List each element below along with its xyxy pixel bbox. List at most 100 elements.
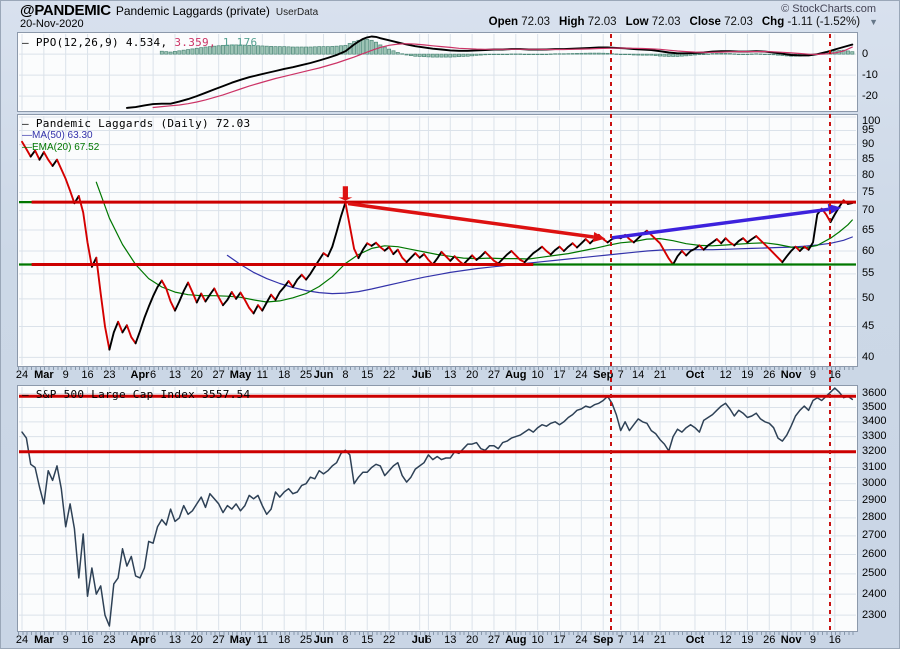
- ema20-legend-text: EMA(20) 67.52: [32, 142, 99, 153]
- price-series: [673, 251, 682, 265]
- ppo-histogram: [602, 53, 605, 54]
- ppo-histogram: [401, 54, 404, 55]
- price-series: [525, 247, 542, 263]
- ppo-histogram: [549, 54, 552, 55]
- ppo-histogram: [300, 47, 303, 54]
- ppo-histogram: [724, 53, 727, 54]
- main-yaxis-label: 50: [862, 293, 874, 304]
- ppo-histogram: [186, 50, 189, 55]
- price-series: [44, 152, 53, 166]
- ppo-legend-dash: —: [22, 36, 29, 49]
- ppo-histogram: [593, 53, 596, 54]
- ppo-histogram: [571, 54, 574, 55]
- ppo-legend-label: PPO(12,26,9) 4.534,: [36, 36, 168, 49]
- ppo-histogram: [269, 46, 272, 54]
- ppo-histogram: [392, 51, 395, 54]
- ppo-histogram: [702, 54, 705, 55]
- open-label: Open: [489, 16, 518, 28]
- ppo-histogram: [173, 51, 176, 54]
- ppo-histogram: [492, 54, 495, 55]
- sp-yaxis-label: 2500: [862, 568, 886, 579]
- ppo-histogram: [479, 54, 482, 55]
- main-yaxis-label: 85: [862, 154, 874, 165]
- ppo-histogram: [444, 54, 447, 57]
- main-yaxis-label: 55: [862, 268, 874, 279]
- ppo-histogram: [623, 54, 626, 55]
- ppo-histogram: [545, 54, 548, 55]
- ppo-histogram: [505, 54, 508, 55]
- quote-dropdown-caret-icon[interactable]: ▼: [869, 17, 878, 27]
- high-value: 72.03: [588, 16, 617, 28]
- ppo-histogram: [484, 54, 487, 55]
- ppo-histogram: [637, 54, 640, 55]
- ppo-histogram: [304, 47, 307, 54]
- ppo-histogram: [851, 52, 854, 54]
- uptrend-arrow: [612, 209, 829, 237]
- ema20-legend-dash: —: [22, 142, 32, 153]
- main-yaxis-label: 75: [862, 187, 874, 198]
- ppo-histogram: [361, 39, 364, 54]
- ppo-histogram: [287, 47, 290, 54]
- ppo-histogram: [519, 54, 522, 55]
- ppo-histogram: [693, 54, 696, 55]
- sp500-legend-dash: —: [22, 388, 29, 401]
- xaxis-label: 16: [818, 634, 852, 646]
- low-value: 72.03: [652, 16, 681, 28]
- ppo-histogram: [261, 46, 264, 54]
- price-series: [53, 160, 57, 166]
- sp500-legend-text: S&P 500 Large Cap Index 3557.54: [36, 388, 251, 401]
- ppo-histogram: [182, 50, 185, 54]
- copyright: © StockCharts.com: [781, 3, 876, 15]
- ppo-histogram: [737, 54, 740, 55]
- ppo-histogram: [296, 47, 299, 54]
- ma50-legend-text: MA(50) 63.30: [32, 130, 93, 141]
- price-series: [511, 251, 524, 262]
- ppo-histogram: [278, 47, 281, 55]
- price-series: [302, 275, 306, 280]
- ppo-histogram: [733, 54, 736, 55]
- price-series: [236, 293, 240, 299]
- sp-yaxis-label: 2600: [862, 549, 886, 560]
- ppo-histogram: [715, 53, 718, 54]
- ppo-histogram: [501, 54, 504, 55]
- price-legend-row: — Pandemic Laggards (Daily) 72.03: [22, 117, 250, 130]
- ppo-histogram: [536, 54, 539, 55]
- ppo-legend: — PPO(12,26,9) 4.534, 3.359, 1.176: [22, 36, 257, 49]
- ppo-histogram-value: 1.176: [223, 36, 258, 49]
- ppo-histogram: [510, 54, 513, 55]
- xaxis-label: 22: [372, 369, 406, 381]
- xaxis-label: Oct: [678, 369, 712, 381]
- price-series: [498, 251, 511, 264]
- ppo-histogram: [449, 54, 452, 57]
- chg-label: Chg: [762, 16, 784, 28]
- xaxis-label: 16: [818, 369, 852, 381]
- ppo-histogram: [396, 52, 399, 54]
- price-series: [241, 293, 254, 314]
- close-label: Close: [690, 16, 721, 28]
- ppo-histogram: [431, 54, 434, 57]
- price-series: [721, 238, 725, 243]
- sp-yaxis-label: 3400: [862, 416, 886, 427]
- ppo-histogram: [554, 54, 557, 55]
- dashed-vline: [829, 34, 831, 632]
- ppo-histogram: [680, 54, 683, 56]
- price-series: [232, 292, 236, 299]
- low-label: Low: [626, 16, 649, 28]
- sp-yaxis-label: 3500: [862, 402, 886, 413]
- ppo-histogram: [471, 54, 474, 56]
- price-series: [262, 295, 271, 311]
- ppo-histogram: [676, 54, 679, 56]
- ohlc-quote-bar: Open 72.03 High 72.03 Low 72.03 Close 72…: [489, 16, 878, 28]
- ppo-histogram: [746, 54, 749, 55]
- ma50-legend-dash: —: [22, 130, 32, 141]
- price-legend-text: Pandemic Laggards (Daily) 72.03: [36, 117, 251, 130]
- price-series: [206, 289, 215, 302]
- ppo-histogram: [331, 46, 334, 54]
- sp-yaxis-label: 2800: [862, 512, 886, 523]
- price-series: [747, 236, 756, 242]
- ppo-histogram: [663, 54, 666, 56]
- price-series: [704, 239, 717, 250]
- ppo-histogram: [763, 54, 766, 55]
- ppo-histogram: [165, 52, 168, 55]
- ppo-histogram: [698, 54, 701, 55]
